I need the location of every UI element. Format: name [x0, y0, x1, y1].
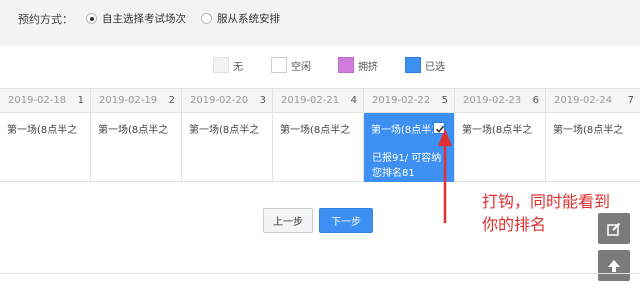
slot-title: 第一场(8点半之 [371, 125, 441, 136]
date-header-row: 2019-02-18 1 2019-02-19 2 2019-02-20 3 2… [0, 88, 640, 113]
date-number: 5 [441, 95, 448, 106]
booking-mode-label: 预约方式： [18, 13, 73, 26]
legend-chosen-swatch [405, 57, 421, 73]
legend-none-swatch [213, 57, 229, 73]
annotation-text: 打钩，同时能看到 你的排名 [482, 190, 610, 236]
scroll-top-button[interactable] [598, 250, 630, 281]
annotation-line-1: 打钩，同时能看到 [482, 192, 611, 211]
radio-self-select[interactable]: 自主选择考试场次 [86, 11, 186, 26]
date-cell: 2019-02-20 3 [182, 89, 273, 113]
date-number: 4 [350, 95, 357, 106]
annotation-arrow [438, 129, 452, 223]
edit-button[interactable] [598, 213, 630, 244]
date-text: 2019-02-18 [8, 95, 67, 106]
slot-title: 第一场(8点半之 [7, 125, 78, 136]
date-text: 2019-02-23 [463, 95, 522, 106]
exam-slot[interactable]: 第一场(8点半之 [182, 113, 273, 182]
legend-chosen-label: 已选 [425, 61, 445, 73]
legend-crowded-swatch [338, 57, 354, 73]
slot-capacity-text: 已报91/ 可容纳 [372, 153, 442, 164]
slot-title: 第一场(8点半之 [553, 125, 624, 136]
radio-self-select-label: 自主选择考试场次 [102, 13, 186, 25]
date-cell: 2019-02-19 2 [91, 89, 182, 113]
date-cell: 2019-02-24 7 [546, 89, 640, 113]
date-cell: 2019-02-18 1 [0, 89, 91, 113]
slot-rank-text: 您排名81 [372, 168, 415, 179]
legend-crowded-label: 拥挤 [358, 61, 378, 73]
exam-slot[interactable]: 第一场(8点半之 [273, 113, 364, 182]
booking-mode-panel: 预约方式： 自主选择考试场次 服从系统安排 [0, 0, 640, 46]
edit-icon [607, 222, 621, 236]
prev-step-button[interactable]: 上一步 [263, 208, 313, 233]
slot-title: 第一场(8点半之 [280, 125, 351, 136]
date-number: 1 [77, 95, 84, 106]
date-number: 3 [259, 95, 266, 106]
exam-slot[interactable]: 第一场(8点半之 [91, 113, 182, 182]
date-number: 7 [627, 95, 634, 106]
legend-none: 无 [213, 55, 243, 75]
slot-title: 第一场(8点半之 [98, 125, 169, 136]
date-text: 2019-02-19 [99, 95, 158, 106]
legend-crowded: 拥挤 [338, 55, 378, 75]
legend-chosen: 已选 [405, 55, 445, 75]
slot-title: 第一场(8点半之 [462, 125, 533, 136]
date-text: 2019-02-22 [372, 95, 431, 106]
legend-none-label: 无 [233, 61, 243, 73]
date-number: 6 [532, 95, 539, 106]
slot-title: 第一场(8点半之 [189, 125, 260, 136]
radio-dot-checked[interactable] [86, 13, 97, 24]
slot-info: 已报91/ 可容纳 您排名81 [372, 151, 441, 181]
arrow-up-icon [608, 259, 620, 272]
exam-slot[interactable]: 第一场(8点半之 [455, 113, 546, 182]
date-cell: 2019-02-21 4 [273, 89, 364, 113]
radio-dot-unchecked[interactable] [201, 13, 212, 24]
slot-row: 第一场(8点半之 第一场(8点半之 第一场(8点半之 第一场(8点半之 第一场(… [0, 113, 640, 182]
date-number: 2 [168, 95, 175, 106]
bottom-divider [0, 273, 640, 274]
date-cell: 2019-02-23 6 [455, 89, 546, 113]
radio-system-assign[interactable]: 服从系统安排 [201, 11, 280, 26]
next-step-button[interactable]: 下一步 [319, 208, 373, 233]
exam-slot[interactable]: 第一场(8点半之 [546, 113, 640, 182]
exam-slot[interactable]: 第一场(8点半之 [0, 113, 91, 182]
date-text: 2019-02-21 [281, 95, 340, 106]
date-text: 2019-02-24 [554, 95, 613, 106]
date-cell: 2019-02-22 5 [364, 89, 455, 113]
date-text: 2019-02-20 [190, 95, 249, 106]
legend-free: 空闲 [271, 55, 311, 75]
legend-free-label: 空闲 [291, 61, 311, 73]
legend-free-swatch [271, 57, 287, 73]
radio-system-assign-label: 服从系统安排 [217, 13, 280, 25]
annotation-line-2: 你的排名 [482, 215, 547, 234]
